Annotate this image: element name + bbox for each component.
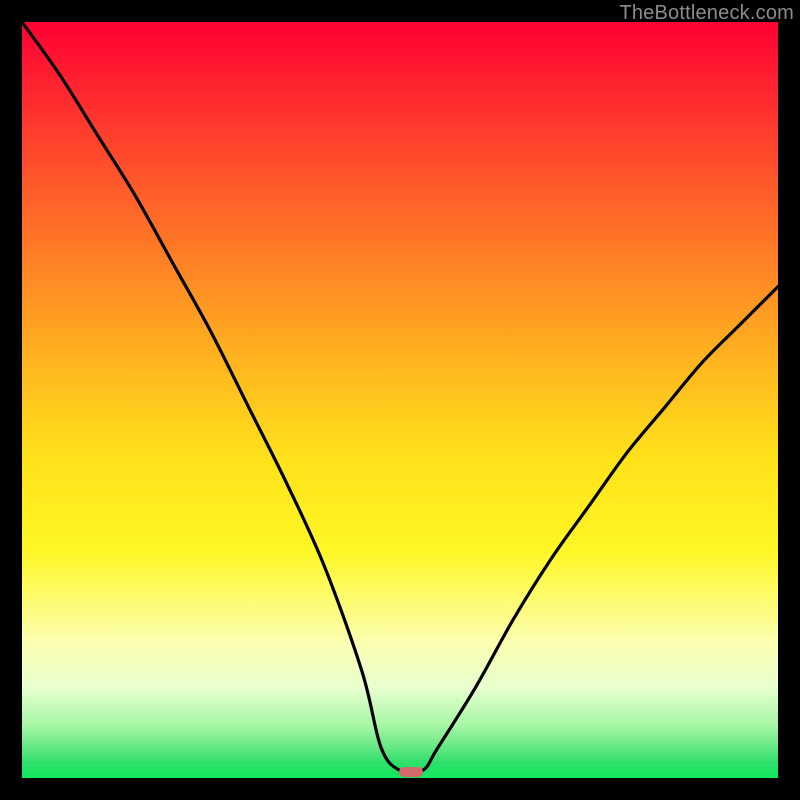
bottleneck-curve	[22, 22, 778, 778]
chart-frame: TheBottleneck.com	[0, 0, 800, 800]
optimal-marker	[399, 767, 423, 778]
plot-area	[22, 22, 778, 778]
watermark-text: TheBottleneck.com	[619, 2, 794, 25]
